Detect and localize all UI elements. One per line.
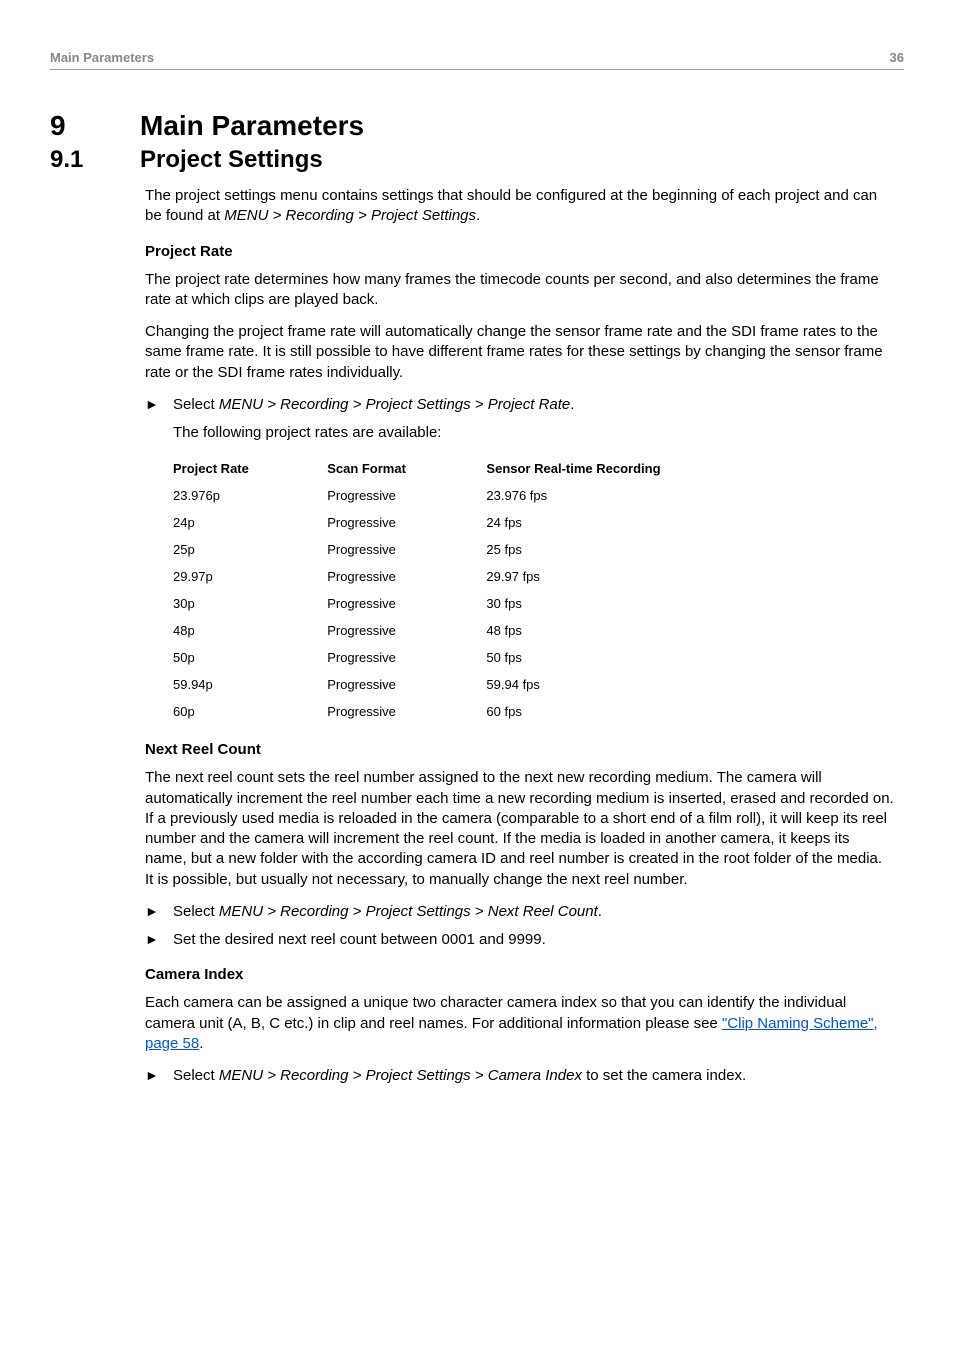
section-number: 9.1 [50,146,110,174]
cell-rate: 59.94p [173,671,327,698]
page-header: Main Parameters 36 [50,50,904,70]
cell-scan: Progressive [327,590,486,617]
cell-scan: Progressive [327,482,486,509]
project-rates-available: The following project rates are availabl… [173,423,894,443]
section-intro: The project settings menu contains setti… [145,186,894,227]
next-reel-bullet2-text: Set the desired next reel count between … [173,930,894,950]
table-header-rate: Project Rate [173,455,327,482]
intro-end: . [476,207,480,224]
table-row: 60pProgressive60 fps [173,698,813,725]
project-rate-bullet: ► Select MENU > Recording > Project Sett… [145,395,894,415]
table-row: 48pProgressive48 fps [173,617,813,644]
next-reel-bullet2: ► Set the desired next reel count betwee… [145,930,894,950]
cell-rate: 30p [173,590,327,617]
next-reel-bullet1: ► Select MENU > Recording > Project Sett… [145,902,894,922]
cell-sensor: 29.97 fps [486,563,813,590]
project-rate-p1: The project rate determines how many fra… [145,270,894,311]
nr-b1-prefix: Select [173,903,219,920]
triangle-icon: ► [145,1066,161,1086]
camera-index-heading: Camera Index [145,966,894,983]
cell-scan: Progressive [327,671,486,698]
camera-index-p1: Each camera can be assigned a unique two… [145,993,894,1054]
table-row: 25pProgressive25 fps [173,536,813,563]
pr-bullet-path: MENU > Recording > Project Settings > Pr… [219,396,570,413]
chapter-heading: 9 Main Parameters [50,110,904,142]
intro-menu-path: MENU > Recording > Project Settings [224,207,476,224]
cell-rate: 29.97p [173,563,327,590]
cell-sensor: 23.976 fps [486,482,813,509]
cell-scan: Progressive [327,509,486,536]
cell-sensor: 24 fps [486,509,813,536]
cell-sensor: 50 fps [486,644,813,671]
project-rate-heading: Project Rate [145,243,894,260]
triangle-icon: ► [145,930,161,950]
next-reel-p1: The next reel count sets the reel number… [145,768,894,890]
cell-scan: Progressive [327,617,486,644]
table-header-scan: Scan Format [327,455,486,482]
section-heading: 9.1 Project Settings [50,146,904,174]
table-row: 59.94pProgressive59.94 fps [173,671,813,698]
table-row: 24pProgressive24 fps [173,509,813,536]
cell-sensor: 60 fps [486,698,813,725]
ci-bullet-path: MENU > Recording > Project Settings > Ca… [219,1067,582,1084]
header-page-number: 36 [890,50,904,65]
table-row: 23.976pProgressive23.976 fps [173,482,813,509]
table-row: 50pProgressive50 fps [173,644,813,671]
next-reel-heading: Next Reel Count [145,741,894,758]
ci-bullet-suffix: to set the camera index. [582,1067,746,1084]
cell-rate: 25p [173,536,327,563]
project-rate-table: Project Rate Scan Format Sensor Real-tim… [173,455,813,725]
table-row: 29.97pProgressive29.97 fps [173,563,813,590]
cell-rate: 50p [173,644,327,671]
camera-index-bullet: ► Select MENU > Recording > Project Sett… [145,1066,894,1086]
cell-sensor: 48 fps [486,617,813,644]
camera-index-bullet-text: Select MENU > Recording > Project Settin… [173,1066,894,1086]
cell-sensor: 25 fps [486,536,813,563]
pr-bullet-prefix: Select [173,396,219,413]
header-title: Main Parameters [50,50,154,65]
nr-b1-path: MENU > Recording > Project Settings > Ne… [219,903,598,920]
cell-rate: 60p [173,698,327,725]
section-title: Project Settings [140,146,323,174]
project-rate-p2: Changing the project frame rate will aut… [145,322,894,383]
ci-p1-suffix: . [199,1035,203,1052]
pr-bullet-suffix: . [570,396,574,413]
nr-b1-suffix: . [598,903,602,920]
table-header-sensor: Sensor Real-time Recording [486,455,813,482]
cell-rate: 48p [173,617,327,644]
cell-sensor: 59.94 fps [486,671,813,698]
chapter-title: Main Parameters [140,110,364,142]
triangle-icon: ► [145,395,161,415]
chapter-number: 9 [50,110,110,142]
cell-rate: 23.976p [173,482,327,509]
ci-bullet-prefix: Select [173,1067,219,1084]
cell-scan: Progressive [327,563,486,590]
cell-sensor: 30 fps [486,590,813,617]
cell-scan: Progressive [327,698,486,725]
next-reel-bullet1-text: Select MENU > Recording > Project Settin… [173,902,894,922]
triangle-icon: ► [145,902,161,922]
cell-rate: 24p [173,509,327,536]
cell-scan: Progressive [327,644,486,671]
cell-scan: Progressive [327,536,486,563]
table-row: 30pProgressive30 fps [173,590,813,617]
project-rate-bullet-text: Select MENU > Recording > Project Settin… [173,395,894,415]
